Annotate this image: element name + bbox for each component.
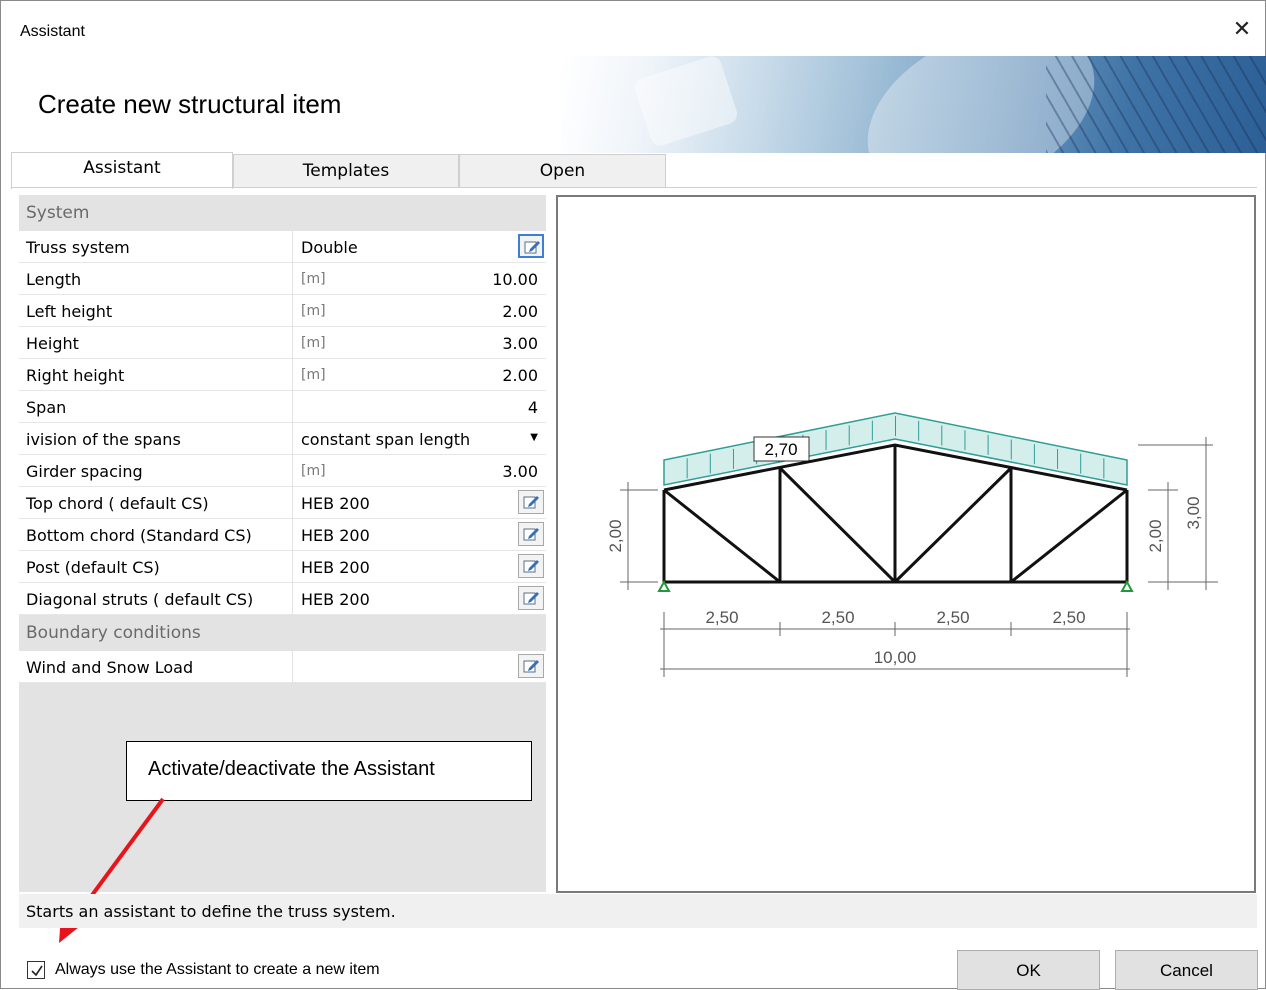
property-name: Truss system	[19, 231, 293, 262]
property-row[interactable]: Girder spacing [m] 3.00	[19, 455, 546, 487]
property-unit: [m]	[301, 303, 326, 319]
checkbox-label: Always use the Assistant to create a new…	[55, 961, 380, 978]
property-value[interactable]: Double	[293, 231, 546, 262]
assistant-dialog: Assistant ✕ Create new structural item A…	[0, 0, 1266, 990]
property-name: Girder spacing	[19, 455, 293, 486]
property-name: Post (default CS)	[19, 551, 293, 582]
property-unit: [m]	[301, 271, 326, 287]
left-height-label: 2,00	[606, 519, 625, 552]
header-banner-image	[561, 56, 1266, 153]
property-row[interactable]: Right height [m] 2.00	[19, 359, 546, 391]
property-name: Diagonal struts ( default CS)	[19, 583, 293, 614]
property-unit: [m]	[301, 367, 326, 383]
span-label-2: 2,50	[821, 608, 854, 627]
property-unit: [m]	[301, 463, 326, 479]
section-boundary-conditions: Boundary conditions	[26, 623, 201, 643]
total-length-label: 10,00	[874, 648, 917, 667]
property-value[interactable]: 2.00	[389, 295, 546, 326]
edit-icon	[523, 592, 539, 605]
edit-button[interactable]	[518, 654, 544, 678]
edit-icon	[523, 528, 539, 541]
property-name: Right height	[19, 359, 293, 390]
close-icon[interactable]: ✕	[1227, 15, 1257, 45]
property-row[interactable]: ivision of the spans constant span length…	[19, 423, 546, 455]
edit-button[interactable]	[518, 490, 544, 514]
right-height-label: 2,00	[1146, 519, 1165, 552]
edit-button[interactable]	[518, 522, 544, 546]
span-label-1: 2,50	[705, 608, 738, 627]
property-name: Height	[19, 327, 293, 358]
property-name: Span	[19, 391, 293, 422]
property-row[interactable]: Top chord ( default CS) HEB 200	[19, 487, 546, 519]
cancel-button[interactable]: Cancel	[1115, 950, 1258, 990]
edit-button[interactable]	[518, 586, 544, 610]
property-row[interactable]: Length [m] 10.00	[19, 263, 546, 295]
edit-icon	[524, 241, 540, 254]
property-value[interactable]: constant span length ▼	[293, 423, 546, 454]
property-unit	[293, 391, 389, 422]
property-name: Wind and Snow Load	[19, 651, 293, 682]
property-value[interactable]	[293, 651, 546, 682]
property-value[interactable]: 3.00	[389, 327, 546, 358]
property-name: ivision of the spans	[19, 423, 293, 454]
status-description: Starts an assistant to define the truss …	[19, 894, 1257, 928]
property-row[interactable]: Height [m] 3.00	[19, 327, 546, 359]
span-label-3: 2,50	[936, 608, 969, 627]
chevron-down-icon[interactable]: ▼	[530, 432, 538, 443]
tab-assistant[interactable]: Assistant	[11, 152, 233, 189]
property-value[interactable]: 10.00	[389, 263, 546, 294]
truss-diagram: 2,70 2,50 2,50 2,50 2,50 10,00 2,00 2,00…	[606, 412, 1218, 677]
property-row[interactable]: Bottom chord (Standard CS) HEB 200	[19, 519, 546, 551]
property-name: Bottom chord (Standard CS)	[19, 519, 293, 550]
property-row[interactable]: Span 4	[19, 391, 546, 423]
edit-icon	[523, 496, 539, 509]
title-bar: Assistant ✕	[1, 1, 1265, 61]
always-use-assistant-checkbox[interactable]	[27, 961, 45, 979]
span-label-4: 2,50	[1052, 608, 1085, 627]
property-name: Top chord ( default CS)	[19, 487, 293, 518]
page-title: Create new structural item	[38, 89, 342, 119]
property-value[interactable]: 4	[389, 391, 546, 422]
section-system: System	[26, 203, 90, 223]
property-row[interactable]: Left height [m] 2.00	[19, 295, 546, 327]
edit-icon	[523, 560, 539, 573]
always-use-assistant-option[interactable]: Always use the Assistant to create a new…	[27, 961, 380, 979]
tab-bar: Assistant Templates Open	[11, 152, 666, 189]
property-row[interactable]: Truss system Double	[19, 231, 546, 263]
property-value[interactable]: HEB 200	[293, 583, 546, 614]
property-name: Length	[19, 263, 293, 294]
property-row[interactable]: Post (default CS) HEB 200	[19, 551, 546, 583]
property-row[interactable]: Wind and Snow Load	[19, 651, 546, 683]
ok-button[interactable]: OK	[957, 950, 1100, 990]
property-row[interactable]: Diagonal struts ( default CS) HEB 200	[19, 583, 546, 615]
edit-button[interactable]	[518, 234, 544, 258]
edit-button[interactable]	[518, 554, 544, 578]
property-value[interactable]: 2.00	[389, 359, 546, 390]
tab-open[interactable]: Open	[459, 154, 666, 187]
property-name: Left height	[19, 295, 293, 326]
tab-templates[interactable]: Templates	[233, 154, 459, 187]
property-value[interactable]: 3.00	[389, 455, 546, 486]
hint-callout: Activate/deactivate the Assistant	[126, 741, 532, 801]
window-title: Assistant	[20, 23, 85, 40]
check-icon	[31, 965, 43, 977]
truss-preview: 2,70 2,50 2,50 2,50 2,50 10,00 2,00 2,00…	[556, 195, 1256, 893]
ridge-height-label: 3,00	[1184, 496, 1203, 529]
property-value[interactable]: HEB 200	[293, 519, 546, 550]
property-value[interactable]: HEB 200	[293, 487, 546, 518]
load-label: 2,70	[764, 440, 797, 459]
property-value[interactable]: HEB 200	[293, 551, 546, 582]
property-unit: [m]	[301, 335, 326, 351]
edit-icon	[523, 660, 539, 673]
